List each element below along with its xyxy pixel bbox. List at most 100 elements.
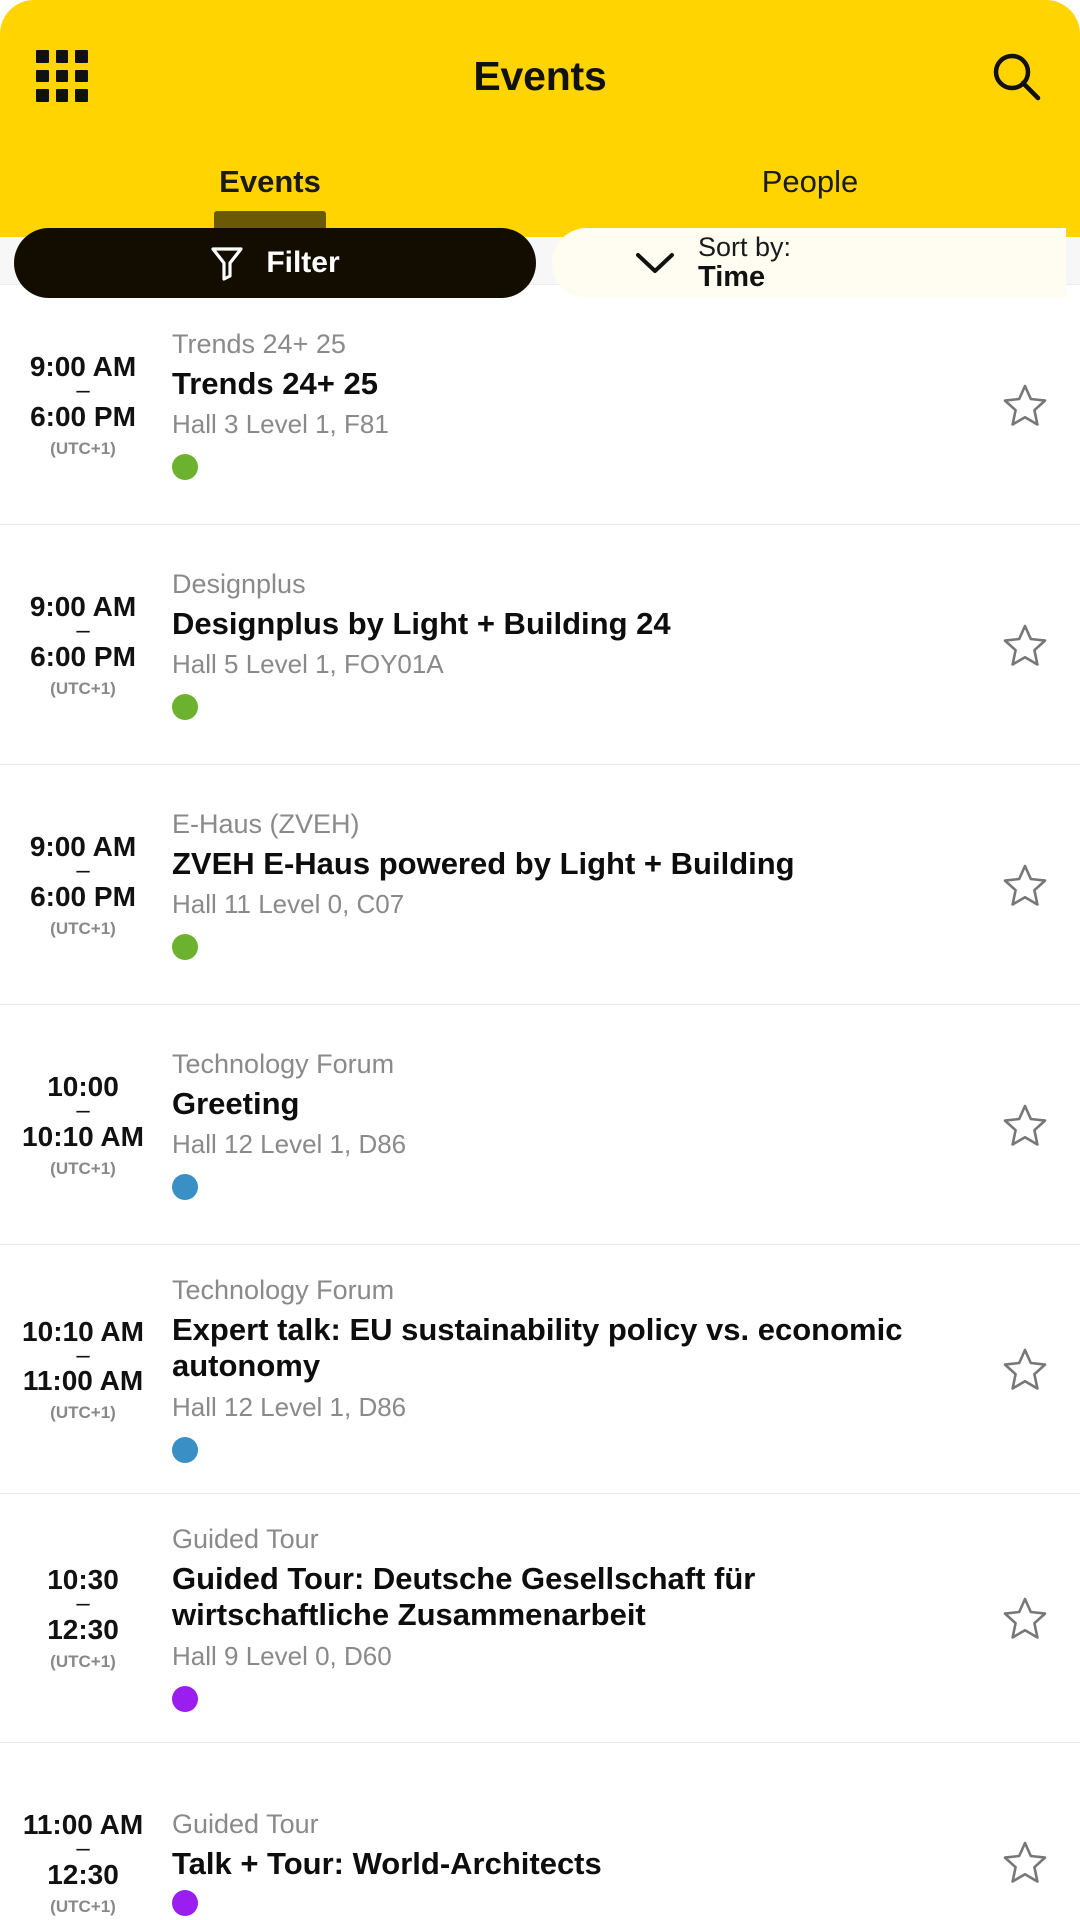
funnel-icon [210, 245, 244, 281]
star-icon [1002, 1346, 1048, 1392]
header-bar: Events [0, 0, 1080, 152]
event-time: 9:00 AM – 6:00 PM (UTC+1) [0, 830, 172, 939]
event-time: 10:00 – 10:10 AM (UTC+1) [0, 1070, 172, 1179]
category-color-dot [172, 1889, 198, 1916]
time-dash: – [76, 1834, 90, 1862]
chevron-down-icon [634, 250, 676, 276]
event-title: Guided Tour: Deutsche Gesellschaft für w… [172, 1560, 756, 1632]
event-timezone: (UTC+1) [50, 438, 116, 458]
event-timezone: (UTC+1) [50, 1896, 116, 1916]
star-icon [1002, 1595, 1048, 1641]
event-location: Hall 12 Level 1, D86 [172, 1391, 407, 1422]
event-list: 9:00 AM – 6:00 PM (UTC+1) Trends 24+ 25 … [0, 285, 1080, 1920]
filter-button-label: Filter [266, 246, 340, 279]
event-end-time: 6:00 PM [30, 400, 136, 432]
event-time: 9:00 AM – 6:00 PM (UTC+1) [0, 350, 172, 459]
event-row[interactable]: 10:10 AM – 11:00 AM (UTC+1) Technology F… [0, 1245, 1080, 1494]
filter-button[interactable]: Filter [14, 228, 536, 298]
event-category: E-Haus (ZVEH) [172, 808, 360, 839]
tab-people[interactable]: People [540, 152, 1080, 237]
event-time: 9:00 AM – 6:00 PM (UTC+1) [0, 590, 172, 699]
favorite-button[interactable] [970, 382, 1080, 428]
sort-button[interactable]: Sort by: Time [552, 228, 1066, 298]
sort-label: Sort by: [698, 231, 792, 262]
event-details: Designplus Designplus by Light + Buildin… [172, 569, 970, 721]
event-title: Trends 24+ 25 [172, 365, 378, 401]
event-category: Technology Forum [172, 1275, 395, 1305]
event-timezone: (UTC+1) [50, 1158, 116, 1178]
tab-bar: Events People [0, 152, 1080, 237]
category-color-dot [172, 454, 198, 481]
star-icon [1002, 382, 1048, 428]
event-timezone: (UTC+1) [50, 1403, 116, 1423]
event-location: Hall 5 Level 1, FOY01A [172, 649, 444, 680]
category-color-dot [172, 1436, 198, 1463]
control-row: Filter Sort by: Time [0, 228, 1080, 298]
sort-button-text: Sort by: Time [698, 231, 792, 293]
event-title: Designplus by Light + Building 24 [172, 605, 671, 641]
event-title: Expert talk: EU sustainability policy vs… [172, 1312, 903, 1383]
app-header: Events Events People [0, 0, 1080, 237]
event-category: Guided Tour [172, 1523, 319, 1554]
event-time: 10:30 – 12:30 (UTC+1) [0, 1563, 172, 1672]
time-dash: – [76, 377, 90, 405]
event-time: 11:00 AM – 12:30 (UTC+1) [0, 1808, 172, 1917]
star-icon [1002, 1839, 1048, 1885]
event-title: Greeting [172, 1085, 300, 1121]
event-location: Hall 9 Level 0, D60 [172, 1640, 392, 1671]
event-details: Technology Forum Expert talk: EU sustain… [172, 1275, 970, 1463]
event-title: ZVEH E-Haus powered by Light + Building [172, 845, 795, 881]
event-category: Technology Forum [172, 1048, 395, 1079]
event-end-time: 12:30 [47, 1614, 119, 1646]
search-icon[interactable] [988, 48, 1044, 104]
time-dash: – [76, 1097, 90, 1125]
favorite-button[interactable] [970, 1595, 1080, 1641]
event-end-time: 10:10 AM [22, 1120, 144, 1152]
category-color-dot [172, 934, 198, 961]
event-timezone: (UTC+1) [50, 678, 116, 698]
event-end-time: 11:00 AM [22, 1365, 144, 1397]
event-row[interactable]: 11:00 AM – 12:30 (UTC+1) Guided Tour Tal… [0, 1743, 1080, 1920]
event-location: Hall 11 Level 0, C07 [172, 889, 405, 920]
sort-value: Time [698, 260, 766, 293]
event-row[interactable]: 9:00 AM – 6:00 PM (UTC+1) E-Haus (ZVEH) … [0, 765, 1080, 1005]
time-dash: – [76, 857, 90, 885]
event-row[interactable]: 9:00 AM – 6:00 PM (UTC+1) Designplus Des… [0, 525, 1080, 765]
category-color-dot [172, 1685, 198, 1712]
category-color-dot [172, 1174, 198, 1201]
events-screen: Events Events People Filter Sort by: Tim… [0, 0, 1080, 1920]
event-details: Guided Tour Talk + Tour: World-Architect… [172, 1809, 970, 1916]
event-details: Technology Forum Greeting Hall 12 Level … [172, 1049, 970, 1201]
event-row[interactable]: 10:30 – 12:30 (UTC+1) Guided Tour Guided… [0, 1494, 1080, 1743]
event-end-time: 6:00 PM [30, 880, 136, 912]
time-dash: – [76, 617, 90, 645]
event-row[interactable]: 10:00 – 10:10 AM (UTC+1) Technology Foru… [0, 1005, 1080, 1245]
event-end-time: 12:30 [47, 1858, 119, 1890]
favorite-button[interactable] [970, 862, 1080, 908]
event-details: Trends 24+ 25 Trends 24+ 25 Hall 3 Level… [172, 329, 970, 481]
star-icon [1002, 622, 1048, 668]
favorite-button[interactable] [970, 1102, 1080, 1148]
tab-events-label: Events [219, 164, 321, 199]
category-color-dot [172, 694, 198, 721]
event-category: Trends 24+ 25 [172, 328, 346, 359]
time-dash: – [76, 1590, 90, 1618]
event-timezone: (UTC+1) [50, 1652, 116, 1672]
event-category: Guided Tour [172, 1808, 319, 1839]
grid-apps-icon[interactable] [36, 50, 88, 102]
event-details: E-Haus (ZVEH) ZVEH E-Haus powered by Lig… [172, 809, 970, 961]
page-title: Events [473, 52, 607, 99]
star-icon [1002, 1102, 1048, 1148]
tab-events[interactable]: Events [0, 152, 540, 237]
event-details: Guided Tour Guided Tour: Deutsche Gesell… [172, 1524, 970, 1712]
favorite-button[interactable] [970, 1839, 1080, 1885]
event-timezone: (UTC+1) [50, 918, 116, 938]
favorite-button[interactable] [970, 622, 1080, 668]
event-location: Hall 12 Level 1, D86 [172, 1129, 407, 1160]
event-title: Talk + Tour: World-Architects [172, 1845, 602, 1881]
tab-people-label: People [761, 164, 859, 199]
time-dash: – [76, 1341, 90, 1369]
favorite-button[interactable] [970, 1346, 1080, 1392]
event-row[interactable]: 9:00 AM – 6:00 PM (UTC+1) Trends 24+ 25 … [0, 285, 1080, 525]
event-location: Hall 3 Level 1, F81 [172, 409, 389, 440]
